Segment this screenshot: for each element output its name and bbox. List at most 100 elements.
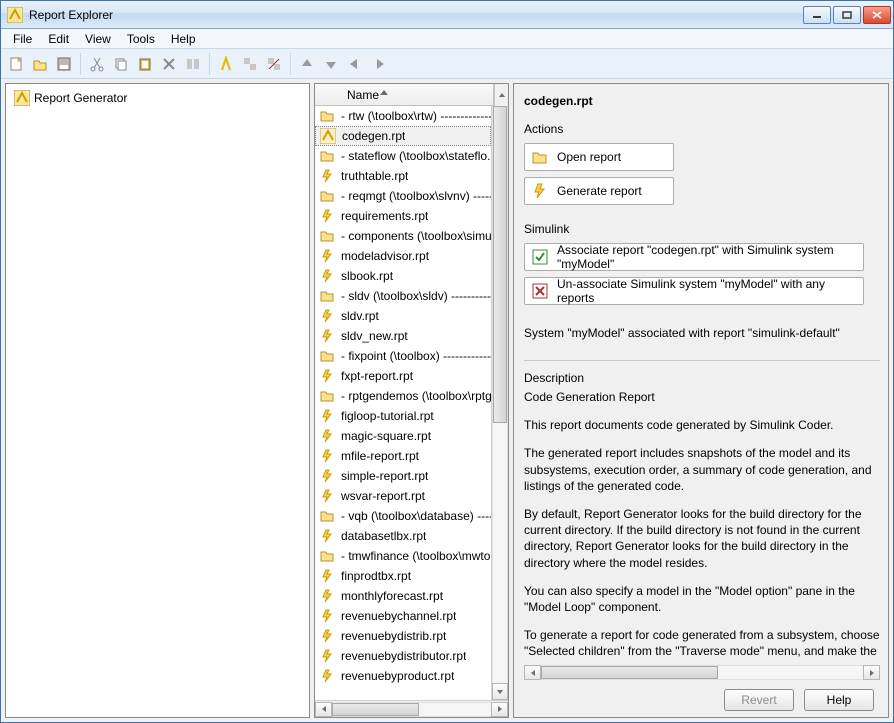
list-item-label: - vqb (\toolbox\database) ----- <box>341 509 491 523</box>
folder-icon <box>319 228 335 244</box>
list-item-label: simple-report.rpt <box>341 469 428 483</box>
app-window: Report Explorer File Edit View Tools Hel… <box>0 0 894 723</box>
list-item[interactable]: fxpt-report.rpt <box>315 366 491 386</box>
associate-button[interactable]: Associate report "codegen.rpt" with Simu… <box>524 243 864 271</box>
report-generator-icon <box>14 90 30 106</box>
desc-p5: To generate a report for code generated … <box>524 627 880 658</box>
list-item-label: fxpt-report.rpt <box>341 369 413 383</box>
copy-icon[interactable] <box>110 53 132 75</box>
list-item[interactable]: - fixpoint (\toolbox) ------------- <box>315 346 491 366</box>
list-item[interactable]: revenuebyproduct.rpt <box>315 666 491 686</box>
h-scroll-left-icon[interactable] <box>315 702 332 717</box>
list-item[interactable]: databasetlbx.rpt <box>315 526 491 546</box>
list-item[interactable]: simple-report.rpt <box>315 466 491 486</box>
list-item[interactable]: finprodtbx.rpt <box>315 566 491 586</box>
unassociate-icon <box>531 282 549 300</box>
report-icon <box>319 568 335 584</box>
desc-p1: This report documents code generated by … <box>524 417 880 433</box>
column-header[interactable]: Name <box>315 84 508 106</box>
paste-icon[interactable] <box>134 53 156 75</box>
h-scroll-right-icon[interactable] <box>491 702 508 717</box>
list-item[interactable]: - reqmgt (\toolbox\slvnv) ----- <box>315 186 491 206</box>
list-item[interactable]: codegen.rpt <box>315 126 491 146</box>
delete-icon[interactable] <box>158 53 180 75</box>
report-icon <box>319 168 335 184</box>
menu-file[interactable]: File <box>5 30 40 48</box>
tree-root-label: Report Generator <box>34 91 127 105</box>
list-item[interactable]: slbook.rpt <box>315 266 491 286</box>
list-item[interactable]: - components (\toolbox\simul... <box>315 226 491 246</box>
unassociate-button[interactable]: Un-associate Simulink system "myModel" w… <box>524 277 864 305</box>
simulink-label: Simulink <box>524 222 880 236</box>
list-item-label: - reqmgt (\toolbox\slvnv) ----- <box>341 189 491 203</box>
details-horizontal-scrollbar[interactable] <box>524 664 880 681</box>
list-item[interactable]: - stateflow (\toolbox\stateflo... <box>315 146 491 166</box>
window-controls <box>803 6 891 24</box>
help-button[interactable]: Help <box>804 689 874 711</box>
list-item[interactable]: monthlyforecast.rpt <box>315 586 491 606</box>
list-item-label: - rtw (\toolbox\rtw) ------------- <box>341 109 491 123</box>
v-scroll-up-icon[interactable] <box>494 84 508 106</box>
list-item-label: - rptgendemos (\toolbox\rptg... <box>341 389 491 403</box>
toolbar-separator-3 <box>290 53 291 75</box>
cut-icon[interactable] <box>86 53 108 75</box>
fwd-icon[interactable] <box>368 53 390 75</box>
list-item[interactable]: revenuebydistrib.rpt <box>315 626 491 646</box>
list-item[interactable]: revenuebychannel.rpt <box>315 606 491 626</box>
revert-button[interactable]: Revert <box>724 689 794 711</box>
down-icon[interactable] <box>320 53 342 75</box>
menu-view[interactable]: View <box>77 30 119 48</box>
list-item[interactable]: revenuebydistributor.rpt <box>315 646 491 666</box>
folder-icon <box>319 388 335 404</box>
menu-help[interactable]: Help <box>163 30 204 48</box>
menu-tools[interactable]: Tools <box>119 30 163 48</box>
maximize-button[interactable] <box>833 6 861 24</box>
list-item[interactable]: - rptgendemos (\toolbox\rptg... <box>315 386 491 406</box>
menu-edit[interactable]: Edit <box>40 30 77 48</box>
left-tree-pane[interactable]: Report Generator <box>5 83 310 718</box>
list-item[interactable]: figloop-tutorial.rpt <box>315 406 491 426</box>
details-h-right-icon[interactable] <box>863 665 880 680</box>
minimize-button[interactable] <box>803 6 831 24</box>
open-icon[interactable] <box>29 53 51 75</box>
list-item[interactable]: sldv.rpt <box>315 306 491 326</box>
list-item[interactable]: modeladvisor.rpt <box>315 246 491 266</box>
list-item-label: wsvar-report.rpt <box>341 489 425 503</box>
report-icon <box>319 308 335 324</box>
folder-icon <box>319 508 335 524</box>
list-item[interactable]: mfile-report.rpt <box>315 446 491 466</box>
list-item[interactable]: - sldv (\toolbox\sldv) ------------ <box>315 286 491 306</box>
link-icon[interactable] <box>239 53 261 75</box>
unlink-icon[interactable] <box>263 53 285 75</box>
list-item[interactable]: wsvar-report.rpt <box>315 486 491 506</box>
report-icon <box>319 328 335 344</box>
run-icon[interactable] <box>215 53 237 75</box>
desc-p4: You can also specify a model in the "Mod… <box>524 583 880 615</box>
tree-root[interactable]: Report Generator <box>10 88 305 108</box>
report-icon <box>319 208 335 224</box>
vertical-scrollbar[interactable] <box>491 106 508 700</box>
save-icon[interactable] <box>53 53 75 75</box>
v-scroll-down-icon[interactable] <box>492 683 508 700</box>
toggle-icon[interactable] <box>182 53 204 75</box>
list-item[interactable]: truthtable.rpt <box>315 166 491 186</box>
list-item[interactable]: - tmwfinance (\toolbox\mwto... <box>315 546 491 566</box>
list-item[interactable]: - vqb (\toolbox\database) ----- <box>315 506 491 526</box>
title-bar: Report Explorer <box>1 1 893 29</box>
sort-indicator-icon <box>380 90 388 95</box>
up-icon[interactable] <box>296 53 318 75</box>
list-item[interactable]: sldv_new.rpt <box>315 326 491 346</box>
list-item[interactable]: magic-square.rpt <box>315 426 491 446</box>
list-item[interactable]: requirements.rpt <box>315 206 491 226</box>
details-h-left-icon[interactable] <box>524 665 541 680</box>
open-report-button[interactable]: Open report <box>524 143 674 171</box>
folder-icon <box>319 148 335 164</box>
back-icon[interactable] <box>344 53 366 75</box>
close-button[interactable] <box>863 6 891 24</box>
report-list[interactable]: - rtw (\toolbox\rtw) ------------- codege… <box>315 106 508 700</box>
new-icon[interactable] <box>5 53 27 75</box>
generate-report-button[interactable]: Generate report <box>524 177 674 205</box>
lightning-icon <box>531 182 549 200</box>
list-item[interactable]: - rtw (\toolbox\rtw) ------------- <box>315 106 491 126</box>
horizontal-scrollbar[interactable] <box>315 700 508 717</box>
